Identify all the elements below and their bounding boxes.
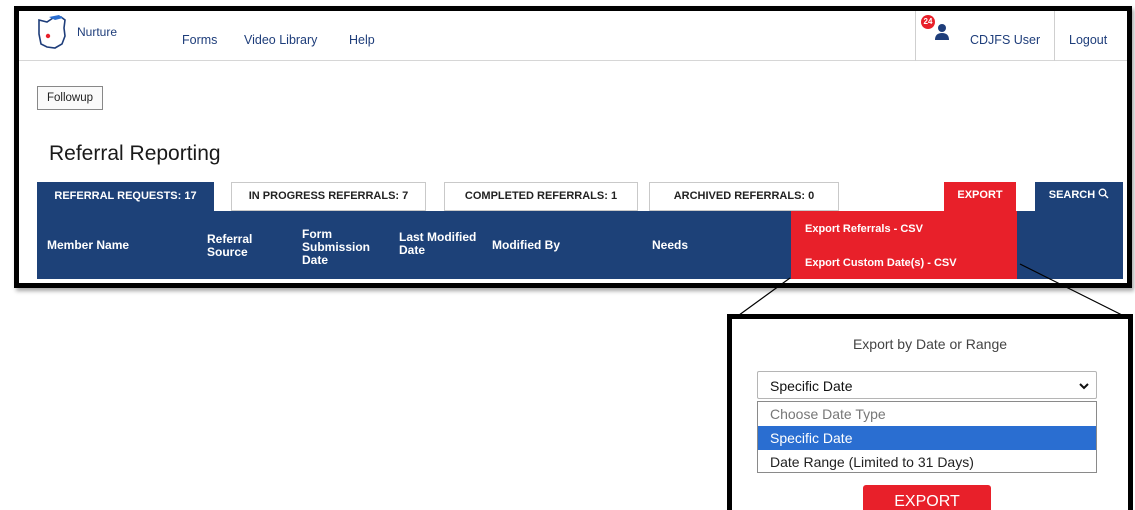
followup-button[interactable]: Followup: [37, 86, 104, 110]
nav-video-library[interactable]: Video Library: [244, 33, 317, 47]
date-type-options-list: Choose Date Type Specific Date Date Rang…: [757, 401, 1097, 473]
user-name-link[interactable]: CDJFS User: [970, 33, 1040, 47]
column-modified-by[interactable]: Modified By: [492, 239, 560, 252]
column-last-modified-date[interactable]: Last Modified Date: [399, 231, 476, 257]
option-specific-date[interactable]: Specific Date: [758, 426, 1096, 450]
export-button[interactable]: EXPORT: [944, 182, 1016, 211]
nav-divider: [915, 11, 916, 61]
nav-help[interactable]: Help: [349, 33, 375, 47]
option-date-range[interactable]: Date Range (Limited to 31 Days): [758, 450, 1096, 474]
column-label-line: Date: [399, 243, 426, 257]
column-label-line: Source: [207, 245, 248, 259]
export-submit-button[interactable]: EXPORT: [863, 485, 991, 510]
user-icon[interactable]: [934, 23, 950, 41]
column-member-name[interactable]: Member Name: [47, 239, 129, 252]
page-title: Referral Reporting: [49, 142, 221, 165]
menu-item-export-referrals-csv[interactable]: Export Referrals - CSV: [805, 223, 923, 235]
search-button[interactable]: SEARCH: [1035, 182, 1123, 211]
chevron-down-icon: [1079, 383, 1089, 390]
date-type-select[interactable]: Specific Date: [757, 371, 1097, 399]
export-dropdown-menu: Export Referrals - CSV Export Custom Dat…: [791, 211, 1017, 279]
nav-forms[interactable]: Forms: [182, 33, 217, 47]
date-type-selected-value: Specific Date: [770, 378, 853, 394]
tab-completed-referrals[interactable]: COMPLETED REFERRALS: 1: [444, 182, 638, 211]
column-referral-source[interactable]: Referral Source: [207, 233, 252, 259]
search-icon: [1098, 188, 1109, 199]
top-navbar: Nurture Forms Video Library Help 24 CDJF…: [19, 11, 1127, 61]
option-choose-date-type[interactable]: Choose Date Type: [758, 402, 1096, 426]
column-form-submission-date[interactable]: Form Submission Date: [302, 228, 370, 267]
ohio-logo-icon[interactable]: [37, 14, 67, 50]
export-panel-title: Export by Date or Range: [852, 336, 1008, 352]
tab-archived-referrals[interactable]: ARCHIVED REFERRALS: 0: [649, 182, 839, 211]
column-label-line: Date: [302, 253, 329, 267]
brand-name[interactable]: Nurture: [77, 25, 117, 39]
app-window: Nurture Forms Video Library Help 24 CDJF…: [14, 6, 1132, 288]
logout-link[interactable]: Logout: [1069, 33, 1107, 47]
menu-item-export-custom-dates-csv[interactable]: Export Custom Date(s) - CSV: [805, 257, 957, 269]
tab-in-progress-referrals[interactable]: IN PROGRESS REFERRALS: 7: [231, 182, 426, 211]
export-date-panel: Export by Date or Range Specific Date Ch…: [727, 314, 1133, 510]
column-needs[interactable]: Needs: [652, 239, 688, 252]
notification-badge[interactable]: 24: [921, 15, 935, 29]
nav-divider: [1054, 11, 1055, 61]
tab-referral-requests[interactable]: REFERRAL REQUESTS: 17: [37, 182, 214, 211]
search-button-label: SEARCH: [1048, 189, 1096, 201]
